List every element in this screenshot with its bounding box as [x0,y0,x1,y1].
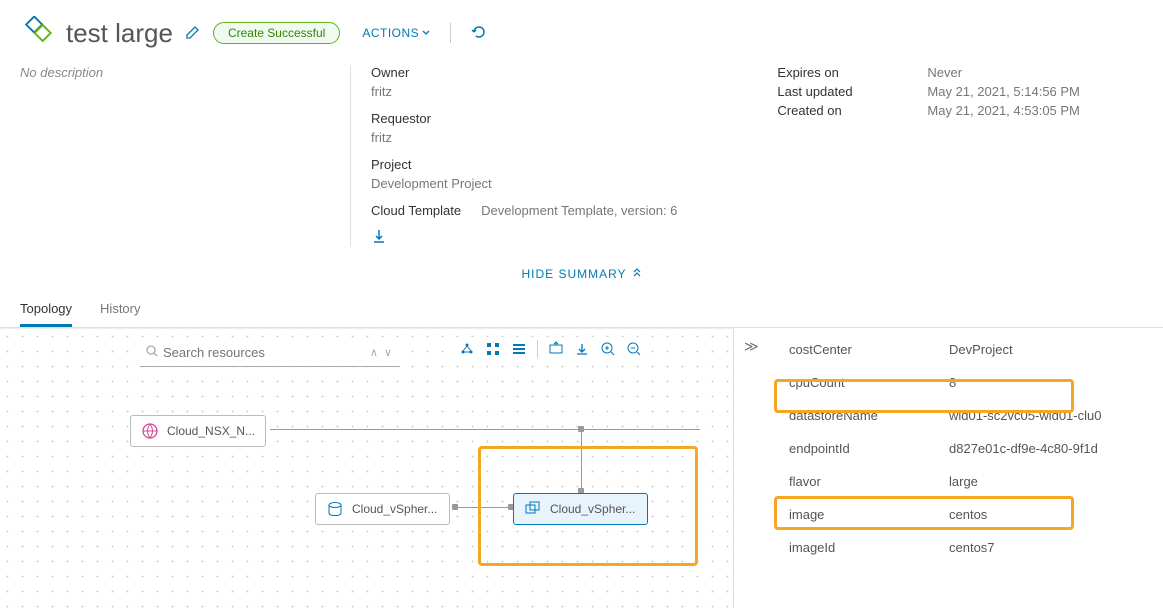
actions-dropdown[interactable]: ACTIONS [362,26,430,40]
zoom-out-icon[interactable] [622,337,646,361]
separator [537,340,538,358]
search-bar: ∧ ∨ [140,339,400,367]
prop-value: DevProject [949,342,1163,357]
prop-value: wld01-sc2vc05-wld01-clu0 [949,408,1163,423]
search-input[interactable] [159,341,367,364]
project-value: Development Project [371,176,677,191]
requestor-value: fritz [371,130,677,145]
prop-key: flavor [769,474,949,489]
chevron-up-icon [632,267,642,281]
prop-row: imagecentos [769,498,1163,531]
owner-label: Owner [371,65,677,80]
node-label: Cloud_vSpher... [550,502,635,516]
prop-row: imageIdcentos7 [769,531,1163,564]
divider [450,23,451,43]
chevron-down-icon [422,26,430,40]
hide-summary-toggle[interactable]: HIDE SUMMARY [0,257,1163,291]
prop-key: datastoreName [769,408,949,423]
expires-value: Never [927,65,962,80]
download-icon[interactable] [371,228,677,247]
prop-value: 8 [949,375,1163,390]
prop-value: d827e01c-df9e-4c80-9f1d [949,441,1163,456]
created-value: May 21, 2021, 4:53:05 PM [927,103,1079,118]
search-icon [145,344,159,361]
network-icon [141,422,159,440]
prop-value: centos7 [949,540,1163,555]
expires-label: Expires on [777,65,897,80]
hide-summary-label: HIDE SUMMARY [521,267,626,281]
graph-view-icon[interactable] [455,337,479,361]
prop-value: large [949,474,1163,489]
actions-label: ACTIONS [362,26,419,40]
app-logo-icon [20,16,54,50]
connection-line [581,429,582,491]
properties-panel: ≫ costCenterDevProject cpuCount8 datasto… [733,328,1163,608]
connection-line [455,507,510,508]
updated-value: May 21, 2021, 5:14:56 PM [927,84,1079,99]
project-label: Project [371,157,677,172]
datastore-icon [326,500,344,518]
tab-history[interactable]: History [100,291,140,327]
requestor-label: Requestor [371,111,677,126]
edit-icon[interactable] [185,24,201,43]
connection-dot [578,426,584,432]
topology-canvas[interactable]: ∧ ∨ Cloud_NSX_N... Cloud_vSpher... [0,328,733,608]
fit-icon[interactable] [544,337,568,361]
prop-key: endpointId [769,441,949,456]
node-nsx[interactable]: Cloud_NSX_N... [130,415,266,447]
created-label: Created on [777,103,897,118]
search-next-icon[interactable]: ∨ [381,346,395,359]
description: No description [20,65,300,247]
grid-view-icon[interactable] [481,337,505,361]
search-prev-icon[interactable]: ∧ [367,346,381,359]
connection-dot [452,504,458,510]
connection-line [270,429,700,430]
node-label: Cloud_NSX_N... [167,424,255,438]
prop-key: imageId [769,540,949,555]
prop-key: cpuCount [769,375,949,390]
prop-row: costCenterDevProject [769,333,1163,366]
prop-key: costCenter [769,342,949,357]
vm-icon [524,500,542,518]
prop-row: datastoreNamewld01-sc2vc05-wld01-clu0 [769,399,1163,432]
node-vm[interactable]: Cloud_vSpher... [513,493,648,525]
status-badge: Create Successful [213,22,340,44]
tab-topology[interactable]: Topology [20,291,72,327]
zoom-in-icon[interactable] [596,337,620,361]
list-view-icon[interactable] [507,337,531,361]
updated-label: Last updated [777,84,897,99]
template-label: Cloud Template [371,203,461,218]
prop-row: cpuCount8 [769,366,1163,399]
prop-row: endpointIdd827e01c-df9e-4c80-9f1d [769,432,1163,465]
expand-panel-icon[interactable]: ≫ [744,338,759,355]
node-label: Cloud_vSpher... [352,502,437,516]
owner-value: fritz [371,84,677,99]
page-title: test large [66,18,173,49]
template-value: Development Template, version: 6 [481,203,677,218]
collapse-icon[interactable] [570,337,594,361]
prop-row: flavorlarge [769,465,1163,498]
prop-key: image [769,507,949,522]
prop-value: centos [949,507,1163,522]
refresh-icon[interactable] [471,24,487,43]
canvas-toolbar [455,337,646,361]
node-datastore[interactable]: Cloud_vSpher... [315,493,450,525]
